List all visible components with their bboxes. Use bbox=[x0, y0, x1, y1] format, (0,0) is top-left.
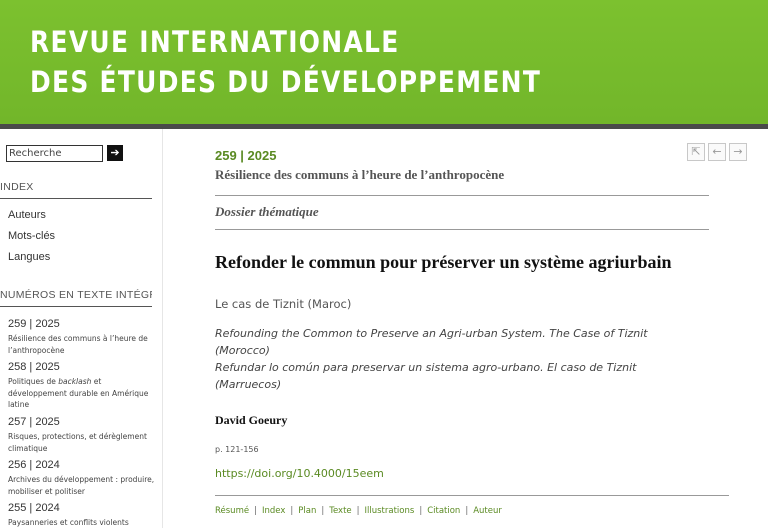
section-title[interactable]: Dossier thématique bbox=[215, 204, 319, 220]
issue-item[interactable]: 257 | 2025 Risques, protections, et dérè… bbox=[8, 415, 156, 454]
issue-item-number: 259 | 2025 bbox=[8, 318, 60, 330]
issue-item-title: Risques, protections, et dérèglement cli… bbox=[8, 432, 147, 453]
issue-title-link[interactable]: Résilience des communs à l’heure de l’an… bbox=[215, 167, 504, 183]
next-page-button[interactable]: → bbox=[729, 143, 747, 161]
issue-item-number: 256 | 2024 bbox=[8, 459, 60, 471]
issue-item[interactable]: 255 | 2024 Paysanneries et conflits viol… bbox=[8, 501, 156, 528]
index-heading: INDEX bbox=[0, 181, 152, 199]
divider bbox=[215, 195, 709, 196]
sidebar-link-langues[interactable]: Langues bbox=[8, 251, 50, 263]
site-banner: REVUE INTERNATIONALE DES ÉTUDES DU DÉVEL… bbox=[0, 0, 768, 124]
arrow-right-icon: ➔ bbox=[110, 147, 120, 159]
issue-item-title: Paysanneries et conflits violents bbox=[8, 518, 129, 527]
journal-title-line-2: DES ÉTUDES DU DÉVELOPPEMENT bbox=[30, 65, 542, 99]
doi-link[interactable]: https://doi.org/10.4000/15eem bbox=[215, 467, 384, 480]
tab-index[interactable]: Index bbox=[262, 506, 285, 516]
issue-item[interactable]: 258 | 2025 Politiques de backlash et dév… bbox=[8, 360, 156, 411]
issue-number-link[interactable]: 259 | 2025 bbox=[215, 148, 276, 163]
sidebar: ➔ INDEX Auteurs Mots-clés Langues NUMÉRO… bbox=[0, 129, 163, 528]
prev-page-icon: ← bbox=[712, 145, 722, 158]
tab-illustrations[interactable]: Illustrations bbox=[365, 506, 415, 516]
article-title: Refonder le commun pour préserver un sys… bbox=[215, 252, 672, 272]
author-link[interactable]: David Goeury bbox=[215, 413, 287, 428]
prev-page-button[interactable]: ← bbox=[708, 143, 726, 161]
issue-item[interactable]: 259 | 2025 Résilience des communs à l’he… bbox=[8, 317, 156, 356]
tab-auteur[interactable]: Auteur bbox=[473, 506, 502, 516]
tab-resume[interactable]: Résumé bbox=[215, 506, 249, 516]
article-subtitle: Le cas de Tiznit (Maroc) bbox=[215, 297, 352, 311]
tabs-divider bbox=[215, 495, 729, 496]
journal-title-line-1: REVUE INTERNATIONALE bbox=[30, 25, 400, 59]
issue-item-number: 255 | 2024 bbox=[8, 502, 60, 514]
issue-item-number: 257 | 2025 bbox=[8, 416, 60, 428]
tab-texte[interactable]: Texte bbox=[329, 506, 351, 516]
article-navigation: ⇱ ← → bbox=[687, 143, 747, 161]
tab-plan[interactable]: Plan bbox=[298, 506, 316, 516]
issue-item-title: Politiques de backlash et développement … bbox=[8, 377, 149, 409]
alt-title-spanish: Refundar lo común para preservar un sist… bbox=[215, 361, 637, 391]
search-submit-button[interactable]: ➔ bbox=[107, 145, 123, 161]
search-input[interactable] bbox=[6, 145, 103, 162]
divider bbox=[215, 229, 709, 230]
alt-title-english: Refounding the Common to Preserve an Agr… bbox=[215, 327, 648, 357]
issue-item-title: Résilience des communs à l’heure de l’an… bbox=[8, 334, 148, 355]
next-page-icon: → bbox=[733, 145, 743, 158]
sidebar-link-auteurs[interactable]: Auteurs bbox=[8, 209, 46, 221]
first-page-icon: ⇱ bbox=[691, 145, 701, 158]
sidebar-link-mots-cles[interactable]: Mots-clés bbox=[8, 230, 55, 242]
issue-item-number: 258 | 2025 bbox=[8, 361, 60, 373]
issue-item-title: Archives du développement : produire, mo… bbox=[8, 475, 155, 496]
article-tabs: Résumé | Index | Plan | Texte | Illustration… bbox=[215, 506, 502, 516]
article-alt-titles: Refounding the Common to Preserve an Agr… bbox=[215, 325, 685, 393]
page-range: p. 121-156 bbox=[215, 445, 259, 454]
first-page-button[interactable]: ⇱ bbox=[687, 143, 705, 161]
journal-title[interactable]: REVUE INTERNATIONALE DES ÉTUDES DU DÉVEL… bbox=[30, 22, 541, 102]
issues-heading: NUMÉROS EN TEXTE INTÉGRAL bbox=[0, 289, 152, 307]
tab-citation[interactable]: Citation bbox=[427, 506, 460, 516]
issue-item[interactable]: 256 | 2024 Archives du développement : p… bbox=[8, 458, 156, 497]
